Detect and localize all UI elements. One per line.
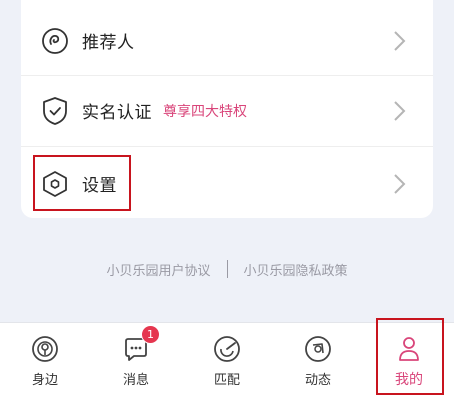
chevron-right-icon (394, 30, 406, 51)
tab-label: 匹配 (213, 373, 240, 388)
link-separator (226, 260, 228, 278)
user-agreement-link[interactable]: 小贝乐园用户协议 (106, 260, 210, 279)
tab-match[interactable]: 匹配 (182, 323, 272, 399)
menu-item-label: 实名认证 (82, 103, 152, 123)
referrer-icon (40, 26, 70, 56)
privacy-policy-link[interactable]: 小贝乐园隐私政策 (244, 260, 348, 279)
tab-label: 动态 (304, 373, 331, 388)
profile-tab-highlight-box (376, 318, 444, 395)
menu-item-label: 推荐人 (82, 33, 135, 53)
tab-moments[interactable]: 动态 (273, 323, 363, 399)
match-icon (214, 336, 240, 362)
tab-label: 身边 (31, 373, 58, 388)
moments-icon (305, 336, 331, 362)
chevron-right-icon (394, 100, 406, 121)
unread-badge: 1 (141, 325, 160, 344)
settings-highlight-box (33, 155, 131, 211)
menu-item-real-name-auth[interactable]: 实名认证 尊享四大特权 (21, 75, 433, 146)
chevron-right-icon (394, 173, 406, 194)
profile-page: 推荐人 实名认证 尊享四大特权 设置 小贝乐园用户协议 小贝乐园隐私政策 身边 … (0, 0, 454, 399)
privilege-tag: 尊享四大特权 (163, 103, 247, 120)
menu-item-referrer[interactable]: 推荐人 (21, 5, 433, 76)
divider (21, 146, 433, 147)
footer-links: 小贝乐园用户协议 小贝乐园隐私政策 (0, 258, 454, 280)
tab-messages[interactable]: 1 消息 (91, 323, 181, 399)
tab-nearby[interactable]: 身边 (0, 323, 90, 399)
nearby-icon (32, 336, 58, 362)
tab-label: 消息 (122, 373, 149, 388)
shield-check-icon (40, 96, 70, 126)
